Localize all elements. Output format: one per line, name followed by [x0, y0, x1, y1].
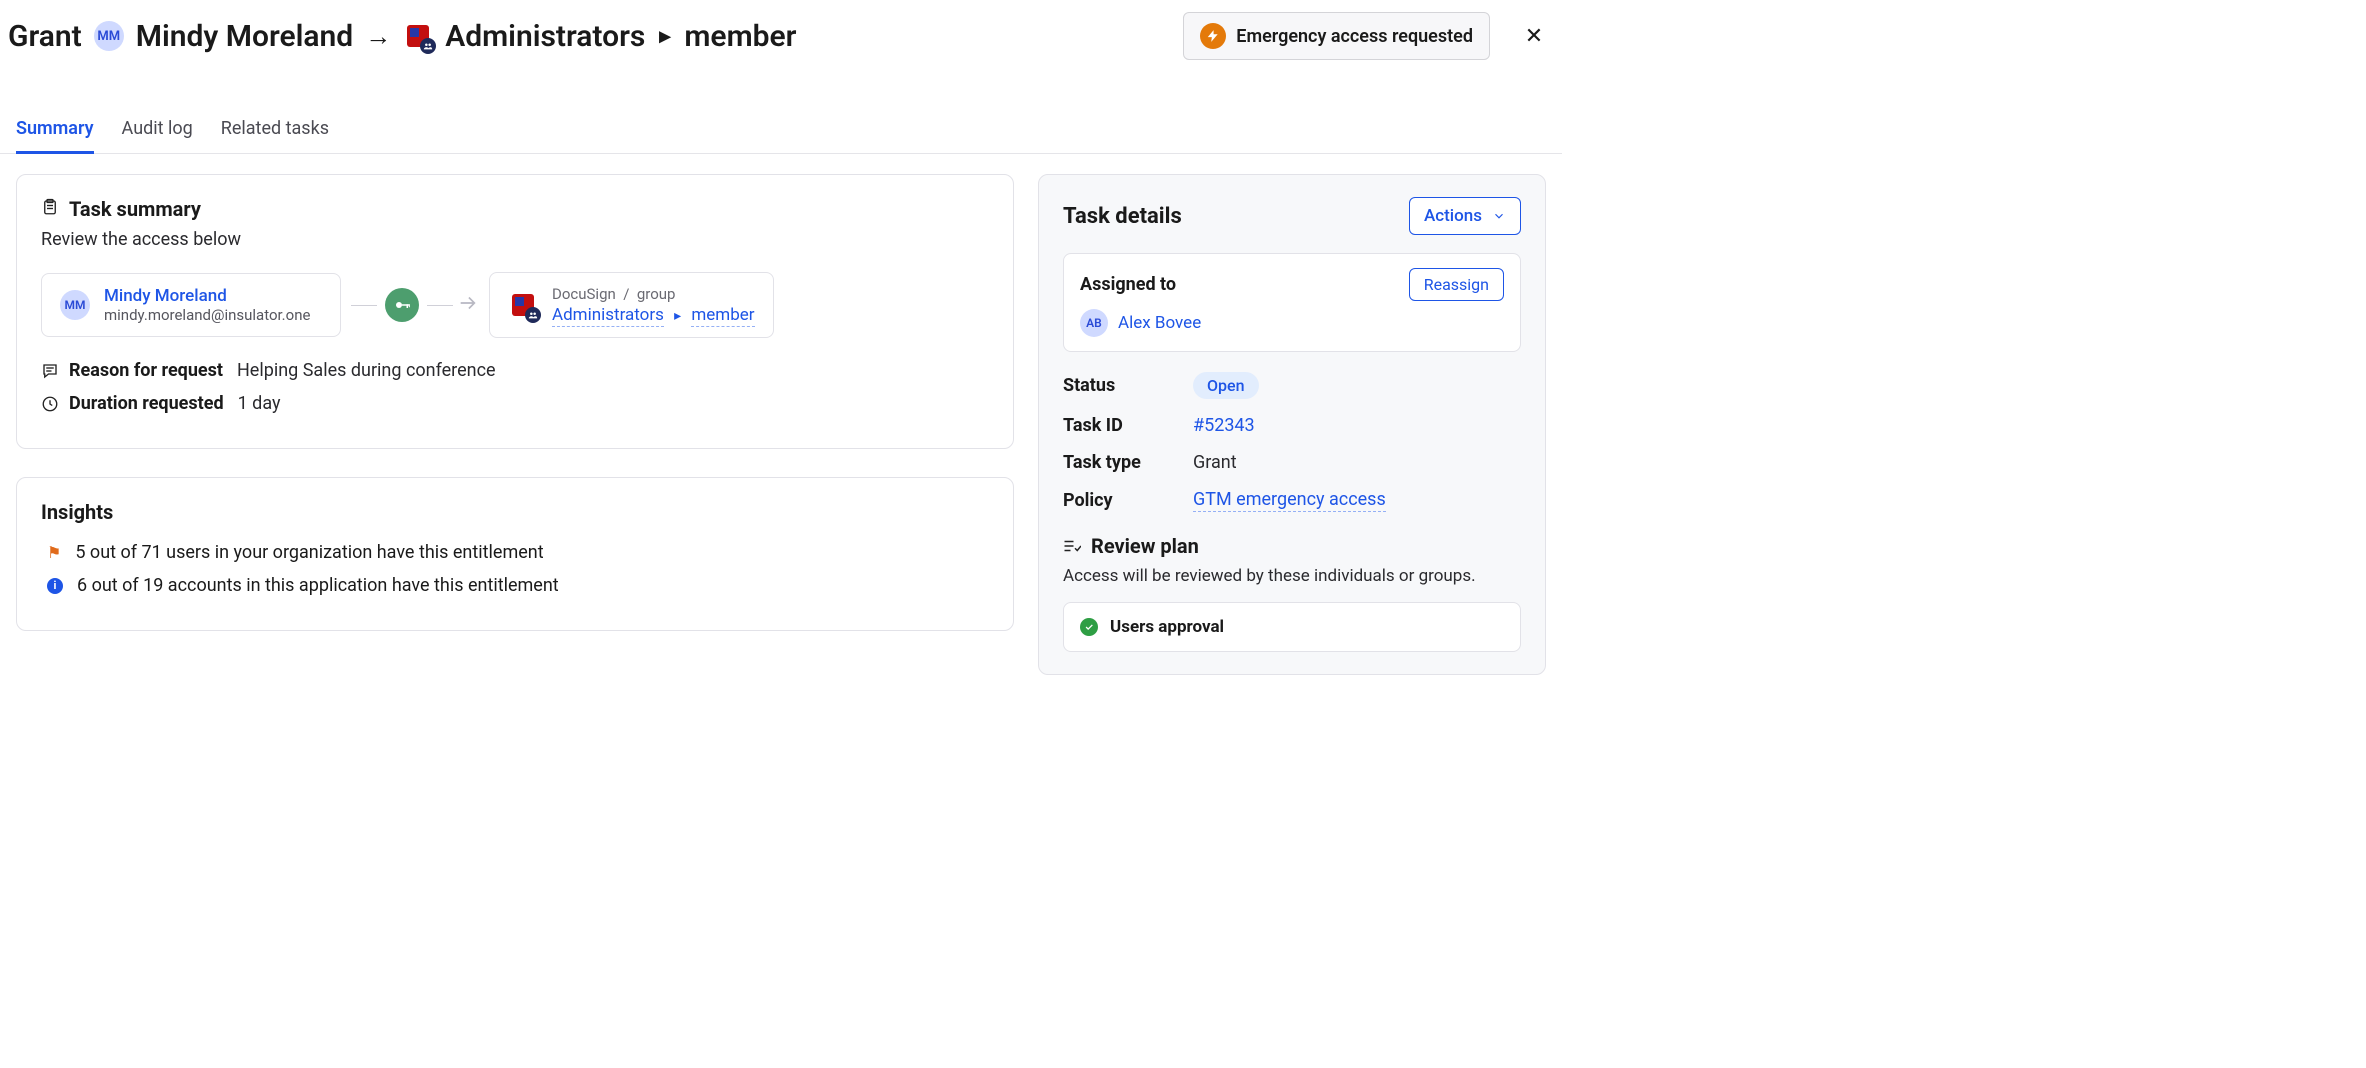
insight-text: 6 out of 19 accounts in this application… — [77, 575, 559, 596]
grant-target-role: member — [684, 19, 796, 54]
status-badge: Open — [1193, 372, 1259, 399]
policy-label: Policy — [1063, 490, 1193, 511]
task-summary-title: Task summary — [69, 197, 201, 221]
flow-user-name[interactable]: Mindy Moreland — [104, 286, 310, 306]
task-summary-card: Task summary Review the access below MM … — [16, 174, 1014, 449]
user-avatar: MM — [94, 21, 124, 51]
status-label: Status — [1063, 375, 1193, 396]
caret-right-icon: ▸ — [657, 24, 672, 49]
assignee-name[interactable]: Alex Bovee — [1118, 313, 1201, 333]
actions-label: Actions — [1424, 206, 1482, 226]
review-plan-title: Review plan — [1091, 534, 1199, 558]
emergency-label: Emergency access requested — [1236, 26, 1473, 47]
list-check-icon — [1063, 539, 1081, 553]
grant-user-name: Mindy Moreland — [136, 19, 354, 54]
insight-item: i 6 out of 19 accounts in this applicati… — [41, 575, 989, 596]
entitlement-group-link[interactable]: Administrators — [552, 305, 664, 327]
tabs: Summary Audit log Related tasks — [0, 108, 1562, 154]
entitlement-breadcrumb: DocuSign / group — [552, 285, 755, 303]
task-summary-subtitle: Review the access below — [41, 229, 989, 250]
tab-audit-log[interactable]: Audit log — [122, 108, 193, 154]
taskid-label: Task ID — [1063, 415, 1193, 436]
tab-summary[interactable]: Summary — [16, 108, 94, 154]
tasktype-value: Grant — [1193, 452, 1237, 473]
check-circle-icon — [1080, 618, 1098, 636]
assignee-avatar: AB — [1080, 309, 1108, 337]
insight-item: ⚑ 5 out of 71 users in your organization… — [41, 542, 989, 563]
duration-value: 1 day — [238, 393, 281, 414]
assigned-to-card: Assigned to Reassign AB Alex Bovee — [1063, 253, 1521, 352]
taskid-value[interactable]: #52343 — [1193, 415, 1255, 436]
task-details-title: Task details — [1063, 204, 1182, 229]
assigned-to-label: Assigned to — [1080, 274, 1176, 295]
clipboard-icon — [41, 197, 59, 221]
duration-label: Duration requested — [69, 393, 224, 414]
insights-title: Insights — [41, 500, 989, 524]
chevron-down-icon — [1492, 209, 1506, 223]
grant-action-label: Grant — [8, 19, 82, 54]
approval-step-label: Users approval — [1110, 617, 1224, 637]
flow-entitlement-card: DocuSign / group Administrators ▸ member — [489, 272, 774, 338]
emergency-access-chip: Emergency access requested — [1183, 12, 1490, 60]
reason-value: Helping Sales during conference — [237, 360, 496, 381]
task-details-panel: Task details Actions Assigned to Reassig… — [1038, 174, 1546, 675]
clock-icon — [41, 395, 59, 413]
review-plan-subtitle: Access will be reviewed by these individ… — [1063, 566, 1521, 586]
chat-icon — [41, 362, 59, 380]
entitlement-app: DocuSign — [552, 285, 616, 303]
tasktype-label: Task type — [1063, 452, 1193, 473]
bolt-icon — [1200, 23, 1226, 49]
flow-user-card: MM Mindy Moreland mindy.moreland@insulat… — [41, 273, 341, 337]
flag-icon: ⚑ — [47, 543, 61, 562]
entitlement-kind: group — [637, 285, 676, 303]
insights-card: Insights ⚑ 5 out of 71 users in your org… — [16, 477, 1014, 631]
page-header: Grant MM Mindy Moreland → Administrators… — [0, 0, 1562, 78]
flow-connector — [351, 288, 479, 322]
entitlement-role-link[interactable]: member — [691, 305, 754, 327]
info-icon: i — [47, 578, 63, 594]
page-title: Grant MM Mindy Moreland → Administrators… — [8, 19, 1183, 54]
group-badge-icon — [525, 307, 541, 323]
approval-step: Users approval — [1063, 602, 1521, 652]
access-flow: MM Mindy Moreland mindy.moreland@insulat… — [41, 272, 989, 338]
arrow-right-icon — [457, 292, 479, 318]
actions-button[interactable]: Actions — [1409, 197, 1521, 235]
flow-user-avatar: MM — [60, 290, 90, 320]
close-button[interactable]: ✕ — [1520, 22, 1548, 50]
app-icon — [508, 290, 538, 320]
key-icon — [385, 288, 419, 322]
reassign-button[interactable]: Reassign — [1409, 268, 1504, 301]
tab-related-tasks[interactable]: Related tasks — [221, 108, 329, 154]
app-icon — [403, 21, 433, 51]
insight-text: 5 out of 71 users in your organization h… — [75, 542, 543, 563]
flow-user-email: mindy.moreland@insulator.one — [104, 306, 310, 324]
reason-label: Reason for request — [69, 360, 223, 381]
grant-target-group: Administrators — [445, 19, 645, 54]
arrow-right-icon: → — [365, 21, 391, 52]
group-badge-icon — [420, 38, 436, 54]
policy-link[interactable]: GTM emergency access — [1193, 489, 1386, 512]
caret-right-icon: ▸ — [668, 308, 687, 324]
